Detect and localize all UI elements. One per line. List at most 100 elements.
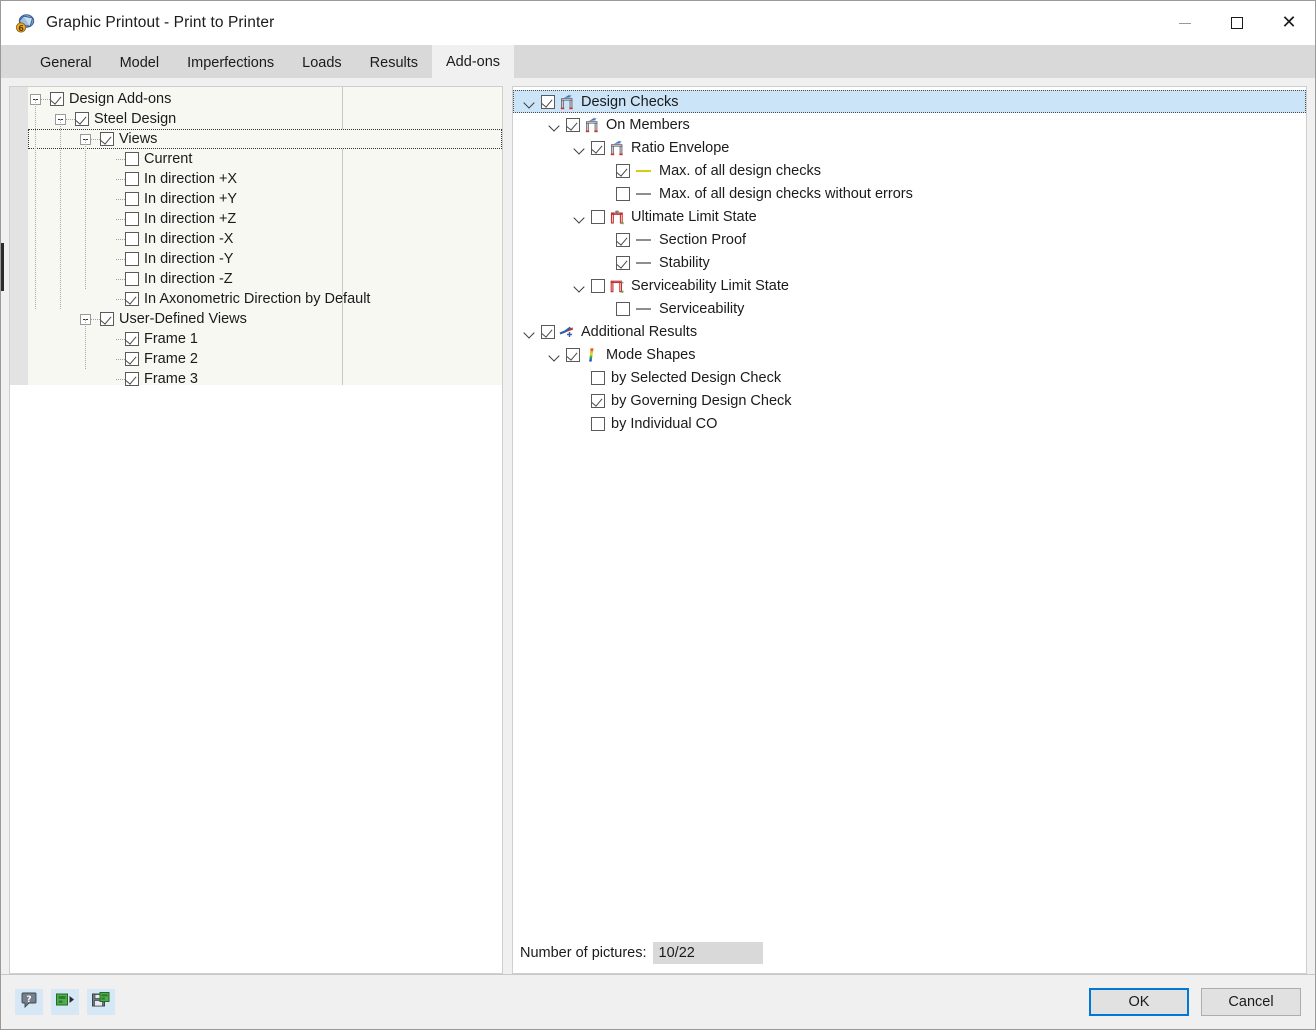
help-button[interactable]: ? <box>15 989 43 1015</box>
chevron-down-icon[interactable] <box>546 117 562 133</box>
tree-connector <box>116 258 125 260</box>
tree-item[interactable]: Steel Design <box>28 109 502 129</box>
run-button[interactable] <box>51 989 79 1015</box>
chevron-down-icon[interactable] <box>571 209 587 225</box>
tree-item-label: In direction +X <box>144 171 238 187</box>
tree-item[interactable]: In direction -Y <box>28 249 502 269</box>
result-color-swatch <box>636 261 651 264</box>
design-tree-item[interactable]: Serviceability Limit State <box>513 274 1306 297</box>
tree-item-checkbox[interactable] <box>125 352 139 366</box>
design-tree-item-checkbox[interactable] <box>616 232 630 247</box>
tree-item-checkbox[interactable] <box>125 272 139 286</box>
design-tree-item-checkbox[interactable] <box>591 140 605 155</box>
design-tree-item[interactable]: Section Proof <box>513 228 1306 251</box>
design-tree-item-checkbox[interactable] <box>616 186 630 201</box>
tab-results[interactable]: Results <box>355 47 433 78</box>
result-color-swatch <box>636 307 651 310</box>
design-tree-item[interactable]: by Individual CO <box>513 412 1306 435</box>
tree-item-checkbox[interactable] <box>100 312 114 326</box>
design-tree-item[interactable]: by Selected Design Check <box>513 366 1306 389</box>
tree-connector <box>116 378 125 380</box>
maximize-button[interactable] <box>1211 1 1263 45</box>
tree-item-checkbox[interactable] <box>100 132 114 146</box>
tree-item[interactable]: In direction +X <box>28 169 502 189</box>
tree-connector <box>41 98 50 100</box>
design-tree-item[interactable]: Ratio Envelope <box>513 136 1306 159</box>
design-tree-item[interactable]: Serviceability <box>513 297 1306 320</box>
design-tree-item-checkbox[interactable] <box>616 163 630 178</box>
tab-strip: General Model Imperfections Loads Results Add… <box>1 45 1315 78</box>
design-tree-item-checkbox[interactable] <box>541 94 555 109</box>
design-tree-item[interactable]: Additional Results <box>513 320 1306 343</box>
result-color-swatch <box>636 238 651 241</box>
design-tree-item[interactable]: Mode Shapes <box>513 343 1306 366</box>
design-tree-item[interactable]: by Governing Design Check <box>513 389 1306 412</box>
tree-item-checkbox[interactable] <box>125 152 139 166</box>
design-tree-item-checkbox[interactable] <box>541 324 555 339</box>
design-tree-item-checkbox[interactable] <box>591 393 605 408</box>
tree-item-checkbox[interactable] <box>125 232 139 246</box>
ok-button[interactable]: OK <box>1089 988 1189 1016</box>
design-tree-item-checkbox[interactable] <box>591 278 605 293</box>
design-tree-item[interactable]: Stability <box>513 251 1306 274</box>
tree-item-checkbox[interactable] <box>75 112 89 126</box>
tree-item[interactable]: In direction +Y <box>28 189 502 209</box>
design-tree-item-checkbox[interactable] <box>591 416 605 431</box>
tree-item[interactable]: In direction -X <box>28 229 502 249</box>
chevron-down-icon[interactable] <box>571 278 587 294</box>
tree-item-checkbox[interactable] <box>125 192 139 206</box>
design-tree-item[interactable]: Max. of all design checks without errors <box>513 182 1306 205</box>
minimize-button[interactable] <box>1159 1 1211 45</box>
tree-item[interactable]: Design Add-ons <box>28 89 502 109</box>
tree-item-checkbox[interactable] <box>50 92 64 106</box>
close-button[interactable]: ✕ <box>1263 1 1315 45</box>
tree-item[interactable]: User-Defined Views <box>28 309 502 329</box>
tree-item[interactable]: Current <box>28 149 502 169</box>
help-icon: ? <box>20 991 38 1013</box>
tree-item[interactable]: In direction -Z <box>28 269 502 289</box>
tree-item[interactable]: Frame 1 <box>28 329 502 349</box>
save-button[interactable] <box>87 989 115 1015</box>
tree-item-checkbox[interactable] <box>125 212 139 226</box>
tree-item-checkbox[interactable] <box>125 292 139 306</box>
tree-item[interactable]: In Axonometric Direction by Default <box>28 289 502 309</box>
design-tree-item[interactable]: Design Checks <box>513 90 1306 113</box>
design-tree-item-checkbox[interactable] <box>616 301 630 316</box>
tree-item-checkbox[interactable] <box>125 252 139 266</box>
design-tree-item[interactable]: Ultimate Limit State <box>513 205 1306 228</box>
chevron-down-icon[interactable] <box>521 94 537 110</box>
tab-general[interactable]: General <box>26 47 106 78</box>
tree-item-checkbox[interactable] <box>125 372 139 386</box>
window-edge-marker <box>1 243 4 291</box>
design-tree-item-checkbox[interactable] <box>591 209 605 224</box>
run-green-icon <box>55 991 75 1013</box>
tab-model[interactable]: Model <box>105 47 174 78</box>
design-tree-item[interactable]: Max. of all design checks <box>513 159 1306 182</box>
tree-item-checkbox[interactable] <box>125 332 139 346</box>
design-tree-item-checkbox[interactable] <box>566 347 580 362</box>
tree-item[interactable]: Views <box>28 129 502 149</box>
chevron-down-icon[interactable] <box>521 324 537 340</box>
tree-item[interactable]: Frame 2 <box>28 349 502 369</box>
design-tree-item-checkbox[interactable] <box>591 370 605 385</box>
design-tree-item-checkbox[interactable] <box>616 255 630 270</box>
chevron-down-icon[interactable] <box>546 347 562 363</box>
tree-item-checkbox[interactable] <box>125 172 139 186</box>
design-tree-item[interactable]: On Members <box>513 113 1306 136</box>
design-tree-item-label: Serviceability <box>659 300 745 317</box>
tree-item[interactable]: In direction +Z <box>28 209 502 229</box>
chevron-down-icon[interactable] <box>571 140 587 156</box>
tab-label: General <box>40 54 92 71</box>
tree-item-label: Design Add-ons <box>69 91 172 107</box>
tree-connector <box>116 338 125 340</box>
tab-imperfections[interactable]: Imperfections <box>173 47 289 78</box>
tree-item[interactable]: Frame 3 <box>28 369 502 389</box>
cancel-button[interactable]: Cancel <box>1201 988 1301 1016</box>
window-title: Graphic Printout - Print to Printer <box>46 14 275 31</box>
design-tree-item-checkbox[interactable] <box>566 117 580 132</box>
tab-add-ons[interactable]: Add-ons <box>432 45 515 78</box>
tab-loads[interactable]: Loads <box>288 47 356 78</box>
